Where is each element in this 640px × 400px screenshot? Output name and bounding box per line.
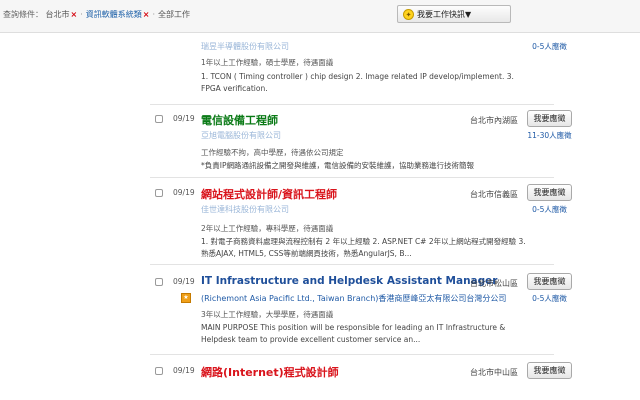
job-description: *負責IP網路通訊設備之開發與維護，電信設備的安裝維護，協助業務進行技術簡報 [201,161,474,170]
job-requirements: 工作經驗不拘，高中學歷，待遇依公司規定 [201,148,344,157]
job-description: 1. TCON ( Timing controller ) chip desig… [201,72,514,93]
company-badge-icon: ★ [181,293,191,303]
post-date: 09/19 [173,188,195,197]
job-title-link[interactable]: 網站程式設計師/資訊工程師 [201,186,337,202]
job-description: 1. 對電子商務資料處理與流程控制有 2 年以上經驗 2. ASP.NET C#… [201,237,526,258]
apply-button[interactable]: 我要應徵 [527,362,572,379]
job-requirements: 3年以上工作經驗，大學學歷，待遇面議 [201,310,334,319]
company-link[interactable]: 佳世達科技股份有限公司 [201,204,289,215]
job-location: 台北市松山區 [470,279,518,288]
filter-location: 台北市 [45,10,70,19]
job-description: MAIN PURPOSE This position will be respo… [201,323,506,344]
applicant-count[interactable]: 0-5人應徵 [527,41,572,52]
filter-breadcrumb: 查詢條件： 台北市× ‧ 資訊軟體系統類× ‧ 全部工作 [3,9,190,20]
company-link[interactable]: 瑞昱半導體股份有限公司 [201,41,289,52]
lightbulb-icon: ✦ [403,8,414,20]
job-alert-label: 我要工作快訊▼ [417,9,472,19]
job-location: 台北市信義區 [470,190,518,199]
divider [150,104,554,105]
filter-bar: 查詢條件： 台北市× ‧ 資訊軟體系統類× ‧ 全部工作 ✦ 我要工作快訊▼ [0,0,640,33]
divider [150,177,554,178]
job-requirements: 1年以上工作經驗，碩士學歷，待遇面議 [201,58,334,67]
post-date: 09/19 [173,366,195,375]
job-requirements: 2年以上工作經驗，專科學歷，待遇面議 [201,224,334,233]
apply-button[interactable]: 我要應徵 [527,273,572,290]
applicant-count[interactable]: 0-5人應徵 [527,204,572,215]
post-date: 09/19 [173,277,195,286]
filter-label: 查詢條件： [3,10,43,19]
filter-category[interactable]: 資訊軟體系統類 [86,10,142,19]
apply-button[interactable]: 我要應徵 [527,184,572,201]
filter-worktype: 全部工作 [158,10,191,19]
job-select-checkbox[interactable] [155,189,163,197]
company-link[interactable]: (Richemont Asia Pacific Ltd., Taiwan Bra… [201,293,506,304]
job-alert-button[interactable]: ✦ 我要工作快訊▼ [397,5,511,23]
job-location: 台北市內湖區 [470,116,518,125]
job-title-link[interactable]: 電信設備工程師 [201,112,278,128]
job-title-link[interactable]: 網路(Internet)程式設計師 [201,364,339,380]
job-select-checkbox[interactable] [155,278,163,286]
filter-separator: ‧ [152,10,156,19]
remove-location-icon[interactable]: × [71,10,78,19]
job-select-checkbox[interactable] [155,115,163,123]
applicant-count[interactable]: 11-30人應徵 [527,130,572,141]
apply-button[interactable]: 我要應徵 [527,110,572,127]
divider [150,354,554,355]
post-date: 09/19 [173,114,195,123]
job-location: 台北市中山區 [470,368,518,377]
job-title-link[interactable]: IT Infrastructure and Helpdesk Assistant… [201,275,497,287]
divider [150,264,554,265]
remove-category-icon[interactable]: × [143,10,150,19]
job-select-checkbox[interactable] [155,367,163,375]
company-link[interactable]: 亞旭電腦股份有限公司 [201,130,281,141]
applicant-count[interactable]: 0-5人應徵 [527,293,572,304]
filter-separator: ‧ [80,10,83,19]
